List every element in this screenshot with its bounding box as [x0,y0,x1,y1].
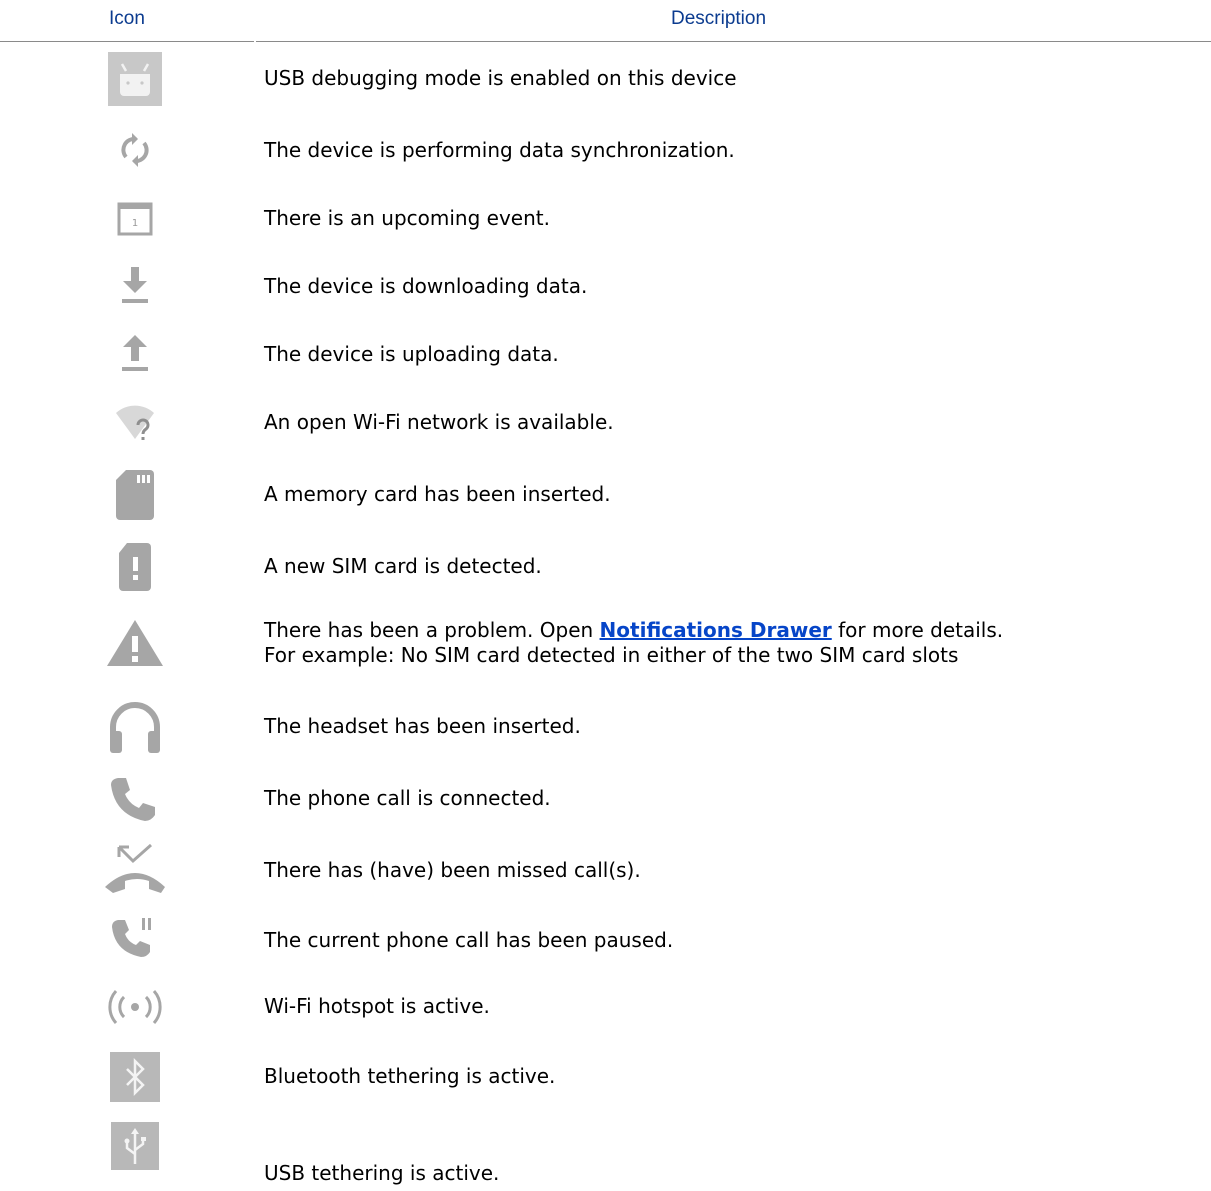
upload-icon [112,331,158,377]
row-description: The device is performing data synchroniz… [264,138,735,162]
row-description: The phone call is connected. [264,786,551,810]
table-row: There has been a problem. Open Notificat… [0,608,1211,678]
row-description: There is an upcoming event. [264,206,550,230]
sync-icon [112,127,158,173]
table-row: A new SIM card is detected. [0,534,1211,600]
notifications-drawer-link[interactable]: Notifications Drawer [600,618,832,642]
table-row: The headset has been inserted. [0,694,1211,760]
icon-column-header: Icon [0,0,254,42]
row-description: There has (have) been missed call(s). [264,858,641,882]
missed-call-icon [103,841,167,897]
row-description: Bluetooth tethering is active. [264,1064,556,1088]
phone-call-icon [108,772,162,826]
header-divider [0,41,254,42]
description-text: There has been a problem. Open [264,618,600,642]
icon-column-label: Icon [109,8,145,29]
description-column-header: Description [256,0,1211,42]
table-row: There has (have) been missed call(s). [0,836,1211,902]
table-row: A memory card has been inserted. [0,460,1211,528]
table-row: The device is uploading data. [0,324,1211,384]
row-description: The device is downloading data. [264,274,588,298]
table-row: The device is downloading data. [0,256,1211,316]
table-row: The phone call is connected. [0,766,1211,832]
description-text: For example: No SIM card detected in eit… [264,643,959,667]
calendar-event-icon: 1 [115,198,155,238]
warning-icon [104,616,166,670]
table-row: An open Wi-Fi network is available. [0,392,1211,452]
table-row: 1 There is an upcoming event. [0,188,1211,248]
row-description: A memory card has been inserted. [264,482,611,506]
table-row: The device is performing data synchroniz… [0,120,1211,180]
open-wifi-icon [112,399,158,445]
row-description: Wi-Fi hotspot is active. [264,994,490,1018]
table-row: USB debugging mode is enabled on this de… [0,50,1211,108]
svg-text:1: 1 [132,218,138,229]
row-description: The headset has been inserted. [264,714,581,738]
row-description: USB tethering is active. [264,1161,500,1185]
headset-icon [105,697,165,757]
table-row: The current phone call has been paused. [0,906,1211,972]
call-paused-icon [110,914,160,964]
header-divider [256,41,1211,42]
row-description: USB debugging mode is enabled on this de… [264,66,737,90]
table-row: Bluetooth tethering is active. [0,1044,1211,1110]
description-text: for more details. [831,618,1004,642]
row-description: The device is uploading data. [264,342,559,366]
row-description: There has been a problem. Open Notificat… [264,618,1003,668]
usb-tethering-icon [111,1122,159,1170]
row-description: An open Wi-Fi network is available. [264,410,614,434]
bluetooth-tethering-icon [110,1052,160,1102]
row-description: The current phone call has been paused. [264,928,674,952]
memory-card-icon [112,466,158,522]
wifi-hotspot-icon [104,987,166,1027]
row-description: A new SIM card is detected. [264,554,542,578]
usb-debugging-icon [108,52,162,106]
table-row: Wi-Fi hotspot is active. [0,978,1211,1036]
table-row: USB tethering is active. [0,1116,1211,1191]
download-icon [112,263,158,309]
description-column-label: Description [671,8,767,29]
sim-card-alert-icon [115,539,155,595]
